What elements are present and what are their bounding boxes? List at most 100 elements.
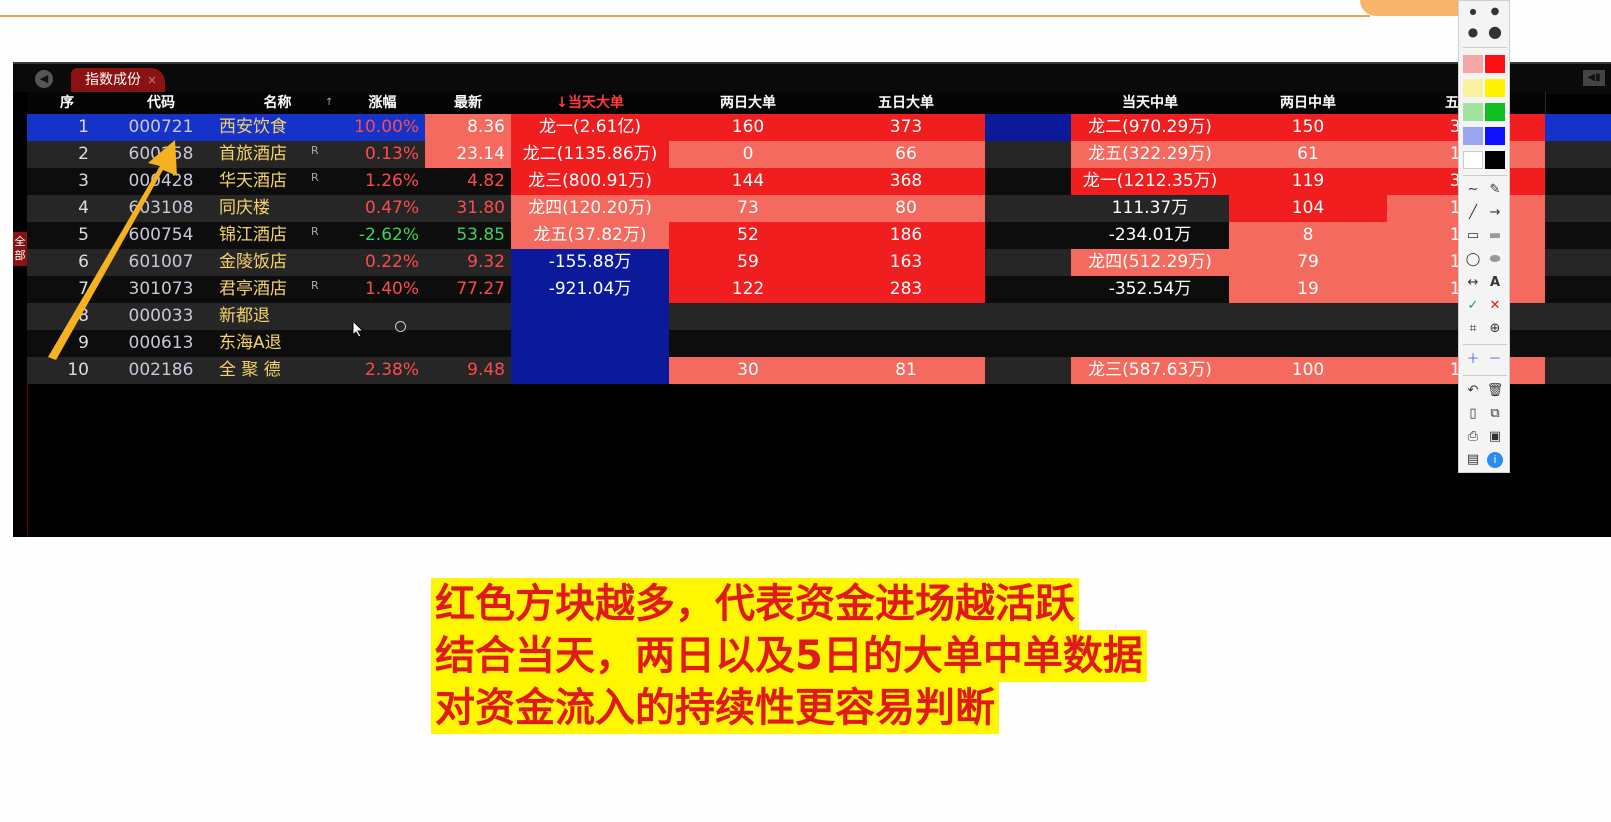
margin-flag: R — [311, 144, 319, 157]
chg-cell: 1.26% — [364, 171, 419, 191]
text-tool-icon[interactable]: A — [1485, 274, 1505, 292]
code-cell: 301073 — [128, 279, 194, 299]
last-cell: 77.27 — [456, 279, 505, 299]
trash-icon[interactable]: 🗑 — [1485, 382, 1505, 400]
tab-bar: ◀ 指数成份 × ◀▮ — [13, 62, 1611, 94]
table-row[interactable]: 6 601007 金陵饭店 0.22% 9.32 -155.88万 59 163 龙四(512.… — [27, 249, 1611, 276]
margin-flag: R — [311, 279, 319, 292]
dtd-cell — [511, 330, 669, 357]
table-row[interactable]: 7 301073 君亭酒店 1.40% 77.27 -921.04万 122 283 -352.… — [27, 276, 1611, 303]
dtd-cell: 龙五(37.82万) — [511, 222, 669, 249]
wd-cell: 163 — [827, 249, 985, 276]
back-icon[interactable]: ◀ — [35, 70, 53, 88]
print-icon[interactable]: ⎙ — [1463, 428, 1483, 446]
code-header[interactable]: 代码 — [107, 92, 216, 114]
table-row[interactable]: 8 000033 新都退 — [27, 303, 1611, 330]
large-dot-icon[interactable]: ● — [1463, 23, 1483, 41]
margin-flag: R — [311, 171, 319, 184]
red-swatch-icon[interactable] — [1485, 55, 1505, 73]
light-blue-swatch-icon[interactable] — [1463, 127, 1483, 145]
close-icon[interactable]: × — [147, 68, 157, 92]
code-cell: 002186 — [128, 360, 194, 380]
wd-cell — [827, 303, 985, 330]
light-red-swatch-icon[interactable] — [1463, 55, 1483, 73]
plus-icon[interactable]: ＋ — [1463, 351, 1483, 369]
seq-cell: 3 — [78, 171, 89, 191]
filled-ellipse-icon[interactable]: ⬬ — [1485, 251, 1505, 269]
double-arrow-icon[interactable]: ↔ — [1463, 274, 1483, 292]
dtz-cell — [1071, 330, 1229, 357]
crop-icon[interactable]: ⌗ — [1463, 320, 1483, 338]
screen-icon[interactable]: ▤ — [1463, 451, 1483, 469]
last-cell: 31.80 — [456, 198, 505, 218]
ld-cell: 160 — [669, 114, 827, 141]
caption: 红色方块越多，代表资金进场越活跃 结合当天，两日以及5日的大单中单数据 对资金流… — [431, 578, 1147, 734]
table-row[interactable]: 2 600258 首旅酒店 0.13% 23.14 龙二(1135.86万) 0 66 龙五(3… — [27, 141, 1611, 168]
table-row[interactable]: 4 603108 同庆楼 0.47% 31.80 龙四(120.20万) 73 80 111.3… — [27, 195, 1611, 222]
zoom-icon[interactable]: ⊕ — [1485, 320, 1505, 338]
dtd-cell: 龙一(2.61亿) — [511, 114, 669, 141]
table-row[interactable]: 1 000721 西安饮食 10.00% 8.36 龙一(2.61亿) 160 373 龙二(9… — [27, 114, 1611, 141]
ld-cell: 52 — [669, 222, 827, 249]
drawing-toolbox: ● ● ● ● ∼ ✎ ╱ → ▭ ▬ ◯ ⬬ ↔ A ✓ ✕ ⌗ ⊕ ＋ － … — [1458, 0, 1510, 473]
yellow-swatch-icon[interactable] — [1485, 79, 1505, 97]
change-header[interactable]: 涨幅 — [340, 92, 426, 114]
freehand-icon[interactable]: ∼ — [1463, 181, 1483, 199]
seq-header[interactable]: 序 — [27, 92, 108, 114]
today-large-header[interactable]: ↓当天大单 — [511, 92, 670, 114]
cross-icon[interactable]: ✕ — [1485, 297, 1505, 315]
code-cell: 601007 — [128, 252, 194, 272]
info-icon[interactable]: i — [1487, 452, 1503, 468]
filled-rectangle-icon[interactable]: ▬ — [1485, 227, 1505, 245]
ellipse-icon[interactable]: ◯ — [1463, 251, 1483, 269]
copy-icon[interactable]: ⧉ — [1485, 405, 1505, 423]
line-icon[interactable]: ╱ — [1463, 204, 1483, 222]
ld-cell: 122 — [669, 276, 827, 303]
code-cell: 000613 — [128, 333, 194, 353]
name-header[interactable]: 名称 — [215, 92, 341, 114]
scroll-left-icon[interactable]: ◀▮ — [1583, 70, 1605, 86]
gap-header[interactable] — [985, 92, 1072, 114]
top-accent-line — [0, 15, 1370, 17]
table-row[interactable]: 3 000428 华天酒店 1.26% 4.82 龙三(800.91万) 144 368 龙一(… — [27, 168, 1611, 195]
table-row[interactable]: 9 000613 东海A退 — [27, 330, 1611, 357]
medium-dot-icon[interactable]: ● — [1485, 3, 1505, 21]
ld-cell: 73 — [669, 195, 827, 222]
white-swatch-icon[interactable] — [1463, 151, 1483, 169]
light-yellow-swatch-icon[interactable] — [1463, 79, 1483, 97]
check-icon[interactable]: ✓ — [1463, 297, 1483, 315]
stock-panel: ◀ 指数成份 × ◀▮ 全部 序代码 名称 涨幅 最新 ↓当天大单 两日大单 五日大单 当天中… — [13, 62, 1611, 537]
tab-index-components[interactable]: 指数成份 × — [71, 68, 165, 92]
table-row[interactable]: 10 002186 全 聚 德 2.38% 9.48 30 81 龙三(587.63万) 100… — [27, 357, 1611, 384]
blue-swatch-icon[interactable] — [1485, 127, 1505, 145]
minus-icon[interactable]: － — [1485, 351, 1505, 369]
name-cell: 金陵饭店 — [219, 252, 287, 272]
seq-cell: 5 — [78, 225, 89, 245]
lz-cell — [1229, 303, 1387, 330]
xlarge-dot-icon[interactable]: ● — [1485, 23, 1505, 41]
save-icon[interactable]: ▣ — [1485, 428, 1505, 446]
today-medium-header[interactable]: 当天中单 — [1071, 92, 1230, 114]
rectangle-icon[interactable]: ▭ — [1463, 227, 1483, 245]
small-dot-icon[interactable]: ● — [1463, 3, 1483, 21]
light-green-swatch-icon[interactable] — [1463, 103, 1483, 121]
seq-cell: 2 — [78, 144, 89, 164]
eraser-icon[interactable]: ✎ — [1485, 181, 1505, 199]
new-page-icon[interactable]: ▯ — [1463, 405, 1483, 423]
two-day-medium-header[interactable]: 两日中单 — [1229, 92, 1388, 114]
black-swatch-icon[interactable] — [1485, 151, 1505, 169]
two-day-large-header[interactable]: 两日大单 — [669, 92, 828, 114]
side-tab-all[interactable]: 全部 — [13, 232, 27, 266]
last-header[interactable]: 最新 — [425, 92, 512, 114]
five-day-large-header[interactable]: 五日大单 — [827, 92, 986, 114]
arrow-tool-icon[interactable]: → — [1485, 204, 1505, 222]
green-swatch-icon[interactable] — [1485, 103, 1505, 121]
undo-icon[interactable]: ↶ — [1463, 382, 1483, 400]
dtz-cell — [1071, 303, 1229, 330]
code-cell: 000721 — [128, 117, 194, 137]
top-decoration — [1360, 0, 1470, 16]
ld-cell: 144 — [669, 168, 827, 195]
dtz-cell: 龙三(587.63万) — [1071, 357, 1229, 384]
ld-cell — [669, 303, 827, 330]
table-row[interactable]: 5 600754 锦江酒店 -2.62% 53.85 龙五(37.82万) 52 186 -23… — [27, 222, 1611, 249]
